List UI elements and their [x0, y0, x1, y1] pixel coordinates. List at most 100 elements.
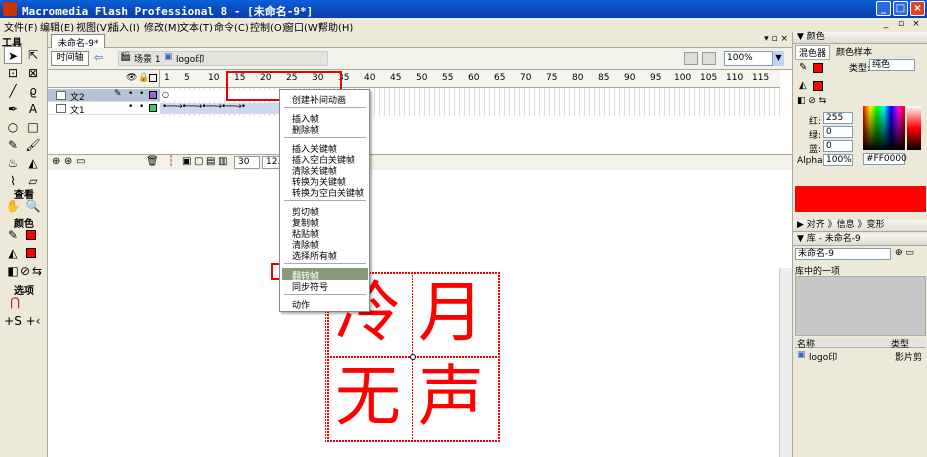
subselect-tool-icon[interactable]: ⇱	[24, 46, 42, 64]
menu-item-create-motion-tween[interactable]: 创建补间动画	[292, 93, 346, 106]
menu-item-actions[interactable]: 动作	[292, 298, 310, 311]
menu-item-select-all-frames[interactable]: 选择所有帧	[292, 249, 337, 262]
fill-color-icon[interactable]: ◭	[4, 244, 22, 262]
edit-symbol-icon[interactable]	[702, 52, 716, 65]
add-guide-icon[interactable]: ⊛	[64, 156, 72, 167]
library-options-icon[interactable]: ⊕ ▭	[895, 248, 914, 258]
trash-icon[interactable]: 🗑	[146, 156, 159, 167]
type-select[interactable]: 纯色	[869, 59, 915, 71]
ruler-label: 105	[700, 73, 718, 83]
onion-outline-icon[interactable]: ▢	[194, 156, 203, 167]
ruler-label: 60	[468, 73, 480, 83]
color-spectrum-picker[interactable]	[863, 106, 905, 150]
rectangle-tool-icon[interactable]: □	[24, 118, 42, 136]
alpha-input[interactable]: 100%	[823, 154, 853, 166]
oval-tool-icon[interactable]: ○	[4, 118, 22, 136]
mixer-stroke-swatch[interactable]	[813, 63, 823, 73]
library-panel-header[interactable]: ▼ 库 - 未命名-9	[793, 234, 927, 246]
center-frame-icon[interactable]: ┆	[168, 156, 174, 167]
layer-row[interactable]: 文2 ✎ • •	[48, 89, 160, 103]
arrow-tool-icon[interactable]: ➤	[4, 46, 22, 64]
edit-multiple-icon[interactable]: ▤	[206, 156, 215, 167]
lock-dot[interactable]: •	[139, 89, 144, 99]
brightness-slider[interactable]	[907, 106, 921, 150]
visibility-dot[interactable]: •	[128, 89, 133, 99]
ruler-label: 1	[164, 73, 170, 83]
onion-skin-icon[interactable]: ▣	[182, 156, 191, 167]
library-item[interactable]: ▣ logo印 影片剪	[795, 350, 926, 363]
lock-dot[interactable]: •	[139, 102, 144, 112]
pencil-tool-icon[interactable]: ✎	[4, 136, 22, 154]
text-tool-icon[interactable]: A	[24, 100, 42, 118]
swap-colors-icon[interactable]: ⇆	[28, 262, 46, 280]
doc-close-button[interactable]: ×	[910, 19, 922, 30]
lasso-tool-icon[interactable]: ϱ	[24, 82, 42, 100]
green-label: 绿:	[809, 131, 822, 141]
align-panel-header[interactable]: ▶ 对齐 》信息 》变形	[793, 220, 927, 232]
library-select[interactable]: 未命名-9	[795, 248, 891, 260]
column-type[interactable]: 类型	[891, 337, 909, 350]
doc-restore-button[interactable]: ▫	[895, 19, 907, 30]
menu-item-synchronize-symbols[interactable]: 同步符号	[292, 280, 328, 293]
menu-item-convert-to-blank-keyframes[interactable]: 转换为空白关键帧	[292, 186, 364, 199]
layer-outline-color[interactable]	[149, 104, 157, 112]
tab-color-mixer[interactable]: 混色器	[795, 45, 831, 60]
outline-icon[interactable]	[149, 74, 157, 82]
smooth-icon[interactable]: +S	[4, 312, 22, 330]
minimize-button[interactable]: _	[876, 1, 891, 16]
seal-char[interactable]: 无	[335, 357, 401, 437]
layer-row[interactable]: 文1 • •	[48, 102, 160, 116]
breadcrumb-symbol[interactable]: logo印	[176, 52, 204, 65]
fill-bucket-icon[interactable]: ◭	[799, 80, 807, 91]
timeline-toggle-button[interactable]: 时间轴	[51, 51, 89, 66]
blue-input[interactable]: 0	[823, 140, 853, 152]
onion-markers-icon[interactable]: ▥	[218, 156, 227, 167]
ink-bottle-tool-icon[interactable]: ♨	[4, 154, 22, 172]
doc-minimize-button[interactable]: _	[880, 19, 892, 30]
stroke-color-icon[interactable]: ✎	[4, 226, 22, 244]
visibility-dot[interactable]: •	[128, 102, 133, 112]
zoom-tool-icon[interactable]: 🔍	[24, 197, 42, 215]
vertical-scrollbar[interactable]	[779, 268, 792, 457]
red-label: 红:	[809, 117, 822, 127]
stroke-pencil-icon[interactable]: ✎	[799, 62, 807, 73]
breadcrumb-scene[interactable]: 场景 1	[134, 52, 161, 65]
ruler-label: 65	[494, 73, 506, 83]
layer-outline-color[interactable]	[149, 91, 157, 99]
add-layer-icon[interactable]: ⊕	[52, 156, 60, 167]
empty-keyframe-icon: ○	[162, 90, 169, 99]
lock-icon[interactable]: 🔒	[138, 73, 149, 83]
maximize-button[interactable]: □	[893, 1, 908, 16]
back-arrow-icon[interactable]: ⇦	[94, 51, 103, 64]
snap-magnet-icon[interactable]: ⋂	[6, 293, 24, 311]
line-tool-icon[interactable]: ╱	[4, 82, 22, 100]
seal-char[interactable]: 月	[418, 273, 484, 353]
tab-color-swatches[interactable]: 颜色样本	[833, 45, 875, 58]
edit-scene-icon[interactable]	[684, 52, 698, 65]
ruler-label: 90	[624, 73, 636, 83]
paint-bucket-tool-icon[interactable]: ◭	[24, 154, 42, 172]
chevron-down-icon[interactable]: ▼	[772, 51, 784, 66]
straighten-icon[interactable]: +‹	[24, 312, 42, 330]
hex-input[interactable]: #FF0000	[863, 153, 907, 165]
pen-tool-icon[interactable]: ✒	[4, 100, 22, 118]
color-panel-header[interactable]: ▼ 颜色	[793, 32, 927, 44]
column-name[interactable]: 名称	[797, 337, 815, 350]
mixer-fill-swatch[interactable]	[813, 81, 823, 91]
add-folder-icon[interactable]: ▭	[76, 156, 85, 167]
green-input[interactable]: 0	[823, 126, 853, 138]
document-controls-icon[interactable]: ▾ ▫ ×	[764, 34, 788, 44]
stage[interactable]: 冷 月 无 声	[48, 170, 792, 457]
close-button[interactable]: ×	[910, 1, 925, 16]
red-input[interactable]: 255	[823, 112, 853, 124]
fill-transform-tool-icon[interactable]: ⊠	[24, 64, 42, 82]
seal-char[interactable]: 声	[418, 357, 484, 437]
menu-item-remove-frames[interactable]: 删除帧	[292, 123, 319, 136]
stroke-color-swatch[interactable]	[26, 230, 36, 240]
mixer-options-icon[interactable]: ◧ ⊘ ⇆	[797, 96, 826, 106]
fill-color-swatch[interactable]	[26, 248, 36, 258]
brush-tool-icon[interactable]: 🖌	[24, 136, 42, 154]
hand-tool-icon[interactable]: ✋	[4, 197, 22, 215]
free-transform-tool-icon[interactable]: ⊡	[4, 64, 22, 82]
eye-icon[interactable]: 👁	[126, 73, 137, 83]
